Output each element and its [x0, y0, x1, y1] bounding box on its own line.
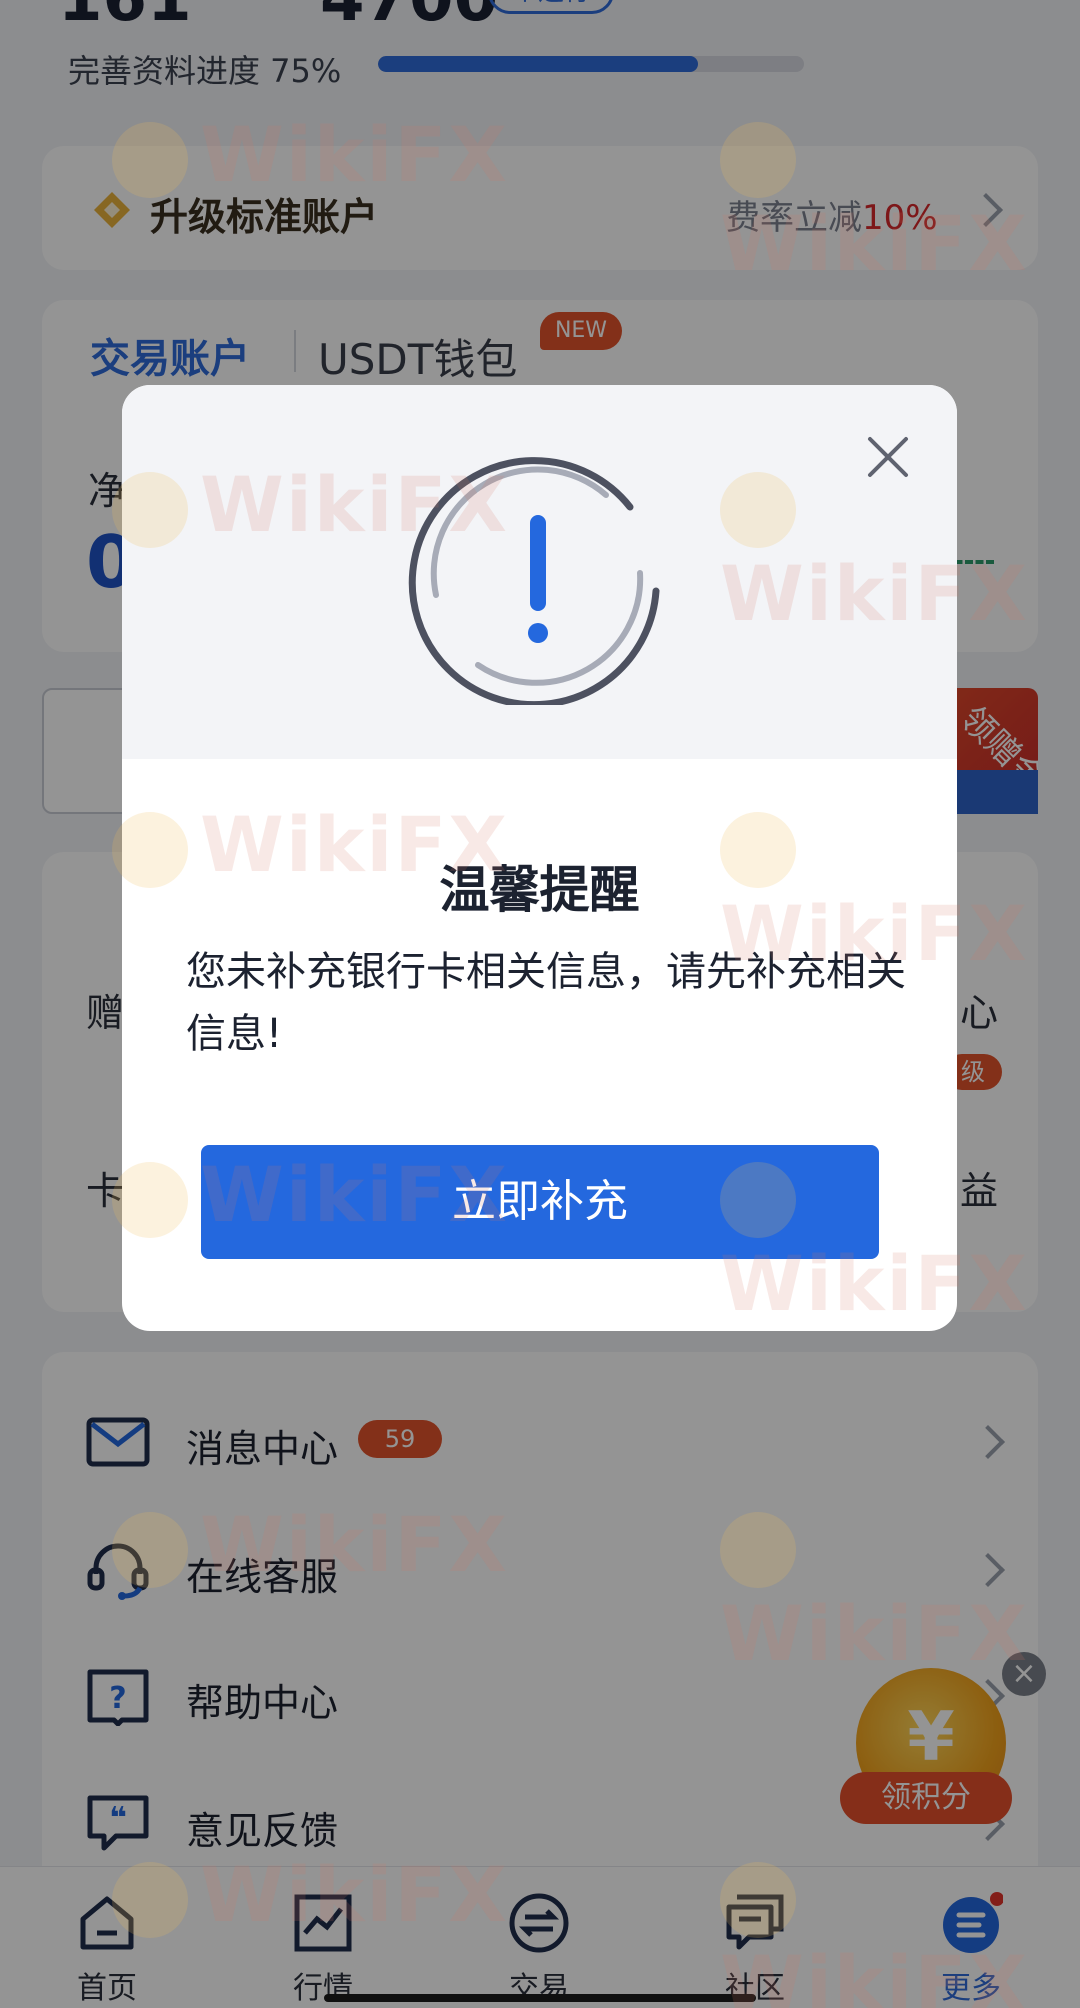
watermark: WikiFX — [112, 800, 509, 889]
watermark: WikiFX — [720, 800, 1080, 978]
watermark-logo-icon — [720, 1512, 796, 1588]
watermark-text: WikiFX — [720, 199, 1029, 288]
watermark-logo-icon — [720, 812, 796, 888]
watermark-logo-icon — [720, 1162, 796, 1238]
watermark-text: WikiFX — [720, 1589, 1029, 1678]
watermark: WikiFX — [720, 110, 1080, 288]
watermark: WikiFX — [720, 1150, 1080, 1328]
watermark-logo-icon — [112, 1862, 188, 1938]
watermark-logo-icon — [112, 812, 188, 888]
watermark: WikiFX — [112, 1150, 509, 1239]
watermark: WikiFX — [112, 460, 509, 549]
watermark-logo-icon — [720, 472, 796, 548]
watermark-text: WikiFX — [720, 889, 1029, 978]
watermark-text: WikiFX — [200, 1500, 509, 1589]
watermark-text: WikiFX — [720, 1939, 1029, 2008]
watermark-logo-icon — [720, 1862, 796, 1938]
watermark-logo-icon — [720, 122, 796, 198]
watermark: WikiFX — [720, 1850, 1080, 2008]
watermark-logo-icon — [112, 472, 188, 548]
watermark-logo-icon — [112, 1512, 188, 1588]
watermark: WikiFX — [112, 110, 509, 199]
watermark-text: WikiFX — [200, 460, 509, 549]
watermark: WikiFX — [112, 1850, 509, 1939]
watermark-text: WikiFX — [200, 800, 509, 889]
watermark-logo-icon — [112, 122, 188, 198]
watermark: WikiFX — [720, 1500, 1080, 1678]
watermark-text: WikiFX — [720, 1239, 1029, 1328]
watermark-text: WikiFX — [720, 549, 1029, 638]
watermark-logo-icon — [112, 1162, 188, 1238]
watermark: WikiFX — [112, 1500, 509, 1589]
watermark-text: WikiFX — [200, 1850, 509, 1939]
watermark-text: WikiFX — [200, 1150, 509, 1239]
watermark: WikiFX — [720, 460, 1080, 638]
watermark-text: WikiFX — [200, 110, 509, 199]
